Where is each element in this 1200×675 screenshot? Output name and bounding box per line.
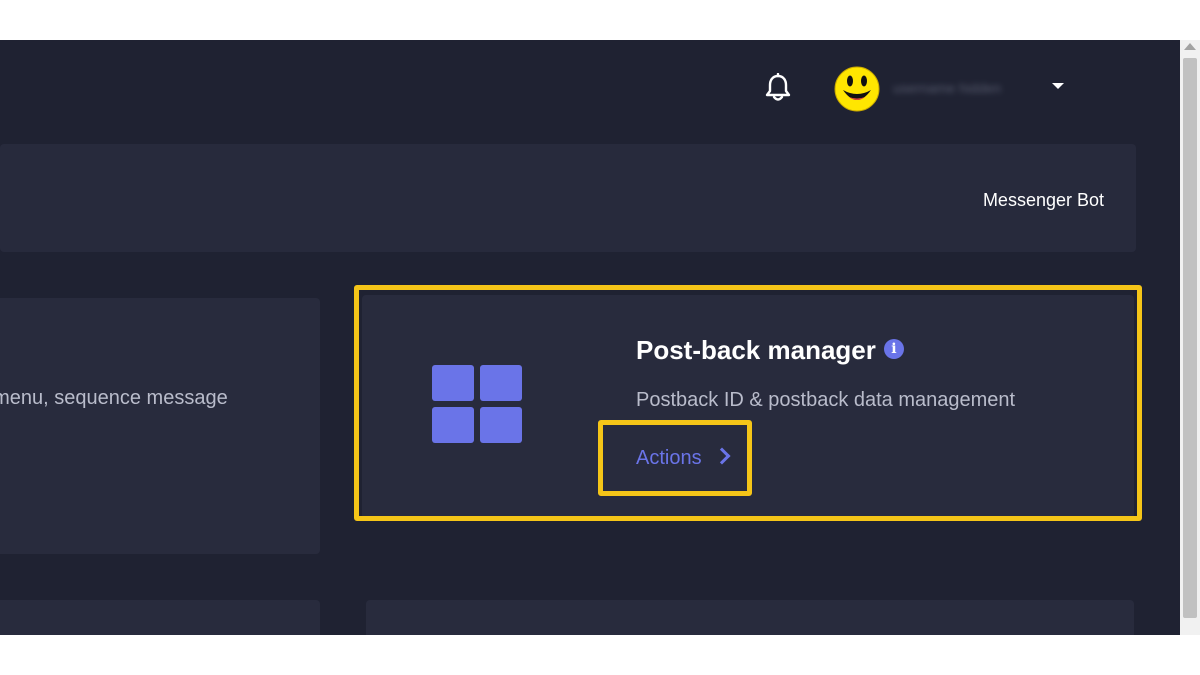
- breadcrumb[interactable]: Messenger Bot: [983, 189, 1104, 211]
- card-description-fragment: t menu, sequence message: [0, 387, 228, 409]
- postback-manager-card: Post-back manager i Postback ID & postbac…: [362, 295, 1134, 519]
- feature-card-bottom-right[interactable]: [366, 600, 1134, 635]
- actions-label: Actions: [636, 447, 702, 469]
- smiley-avatar-icon[interactable]: [834, 66, 880, 112]
- vertical-scrollbar[interactable]: [1180, 40, 1200, 635]
- bell-icon[interactable]: [764, 73, 792, 103]
- grid-icon: [432, 365, 522, 443]
- app-viewport: username hidden Messenger Bot ? t menu, …: [0, 40, 1180, 635]
- feature-card-left[interactable]: ? t menu, sequence message: [0, 298, 320, 554]
- chevron-right-icon: [713, 447, 731, 465]
- feature-card-bottom-left[interactable]: [0, 600, 320, 635]
- scrollbar-thumb[interactable]: [1183, 58, 1197, 618]
- page-header: Messenger Bot: [0, 144, 1136, 252]
- info-icon[interactable]: i: [883, 339, 904, 360]
- username-label[interactable]: username hidden: [893, 79, 1043, 97]
- card-title: Post-back manager i: [636, 333, 904, 367]
- actions-link[interactable]: Actions: [636, 446, 731, 470]
- card-title-text: Post-back manager: [636, 335, 876, 365]
- card-description: Postback ID & postback data management: [636, 389, 1016, 411]
- scroll-up-arrow-icon[interactable]: [1184, 43, 1196, 50]
- caret-down-icon[interactable]: [1052, 83, 1064, 89]
